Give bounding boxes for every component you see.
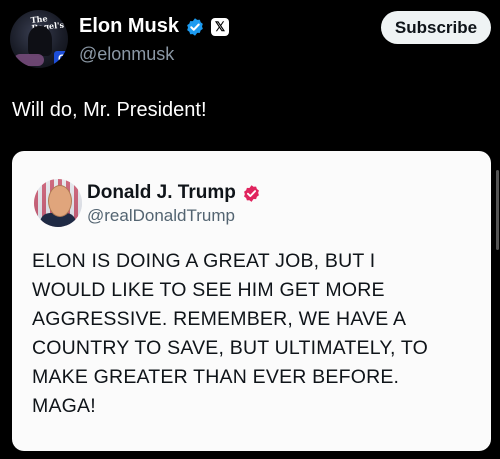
x-affiliation-icon: 𝕏 [211, 17, 230, 36]
quoted-author-display-name[interactable]: Donald J. Trump [87, 182, 236, 204]
quoted-author-name-row: Donald J. Trump [87, 182, 261, 204]
quoted-author-handle[interactable]: @realDonaldTrump [87, 206, 235, 226]
avatar-face [48, 185, 72, 217]
quoted-post-card[interactable]: Donald J. Trump @realDonaldTrump ELON IS… [12, 151, 491, 451]
quoted-text-line: COUNTRY TO SAVE, BUT ULTIMATELY, TO [32, 337, 429, 359]
verified-badge-icon [187, 17, 203, 36]
verified-badge-icon [243, 184, 259, 202]
subscribe-button[interactable]: Subscribe [381, 11, 491, 44]
post-text: Will do, Mr. President! [12, 99, 207, 121]
quoted-post-text: ELON IS DOING A GREAT JOB, BUT I WOULD L… [32, 247, 472, 421]
quoted-author-avatar[interactable] [34, 179, 82, 227]
avatar-rock [14, 54, 44, 66]
quoted-text-line: MAKE GREATER THAN EVER BEFORE. [32, 366, 400, 388]
author-name-row: Elon Musk 𝕏 [79, 15, 230, 38]
quoted-text-line: MAGA! [32, 395, 96, 417]
quoted-text-line: WOULD LIKE TO SEE HIM GET MORE [32, 279, 385, 301]
post: The Bagel's C Elon Musk 𝕏 @elonmusk Subs… [0, 0, 500, 459]
quoted-text-line: ELON IS DOING A GREAT JOB, BUT I [32, 250, 376, 272]
avatar-badge: C [54, 51, 68, 67]
scrollbar[interactable] [496, 170, 499, 250]
author-handle[interactable]: @elonmusk [79, 44, 174, 65]
avatar-figure [28, 26, 52, 56]
quoted-text-line: AGGRESSIVE. REMEMBER, WE HAVE A [32, 308, 407, 330]
author-display-name[interactable]: Elon Musk [79, 15, 179, 38]
author-avatar[interactable]: The Bagel's C [10, 10, 68, 68]
